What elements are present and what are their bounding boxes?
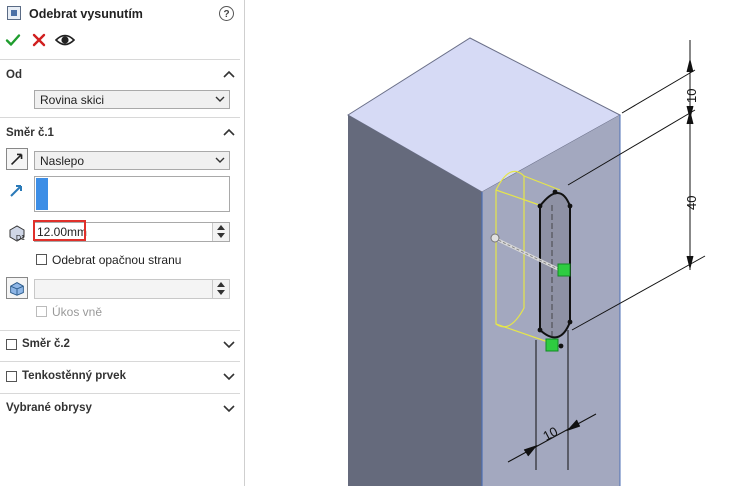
dimension-label-top[interactable]: 10 xyxy=(684,89,699,103)
property-manager-panel: Odebrat vysunutím ? Od Rovina skici Směr… xyxy=(0,0,245,486)
section-od-label: Od xyxy=(6,69,22,81)
draft-angle-input xyxy=(34,279,230,299)
reverse-side-label: Odebrat opačnou stranu xyxy=(52,253,182,267)
section-thin-feature-label: Tenkostěnný prvek xyxy=(22,370,126,382)
selection-indicator xyxy=(36,178,48,210)
check-icon[interactable] xyxy=(5,32,21,48)
section-od-header[interactable]: Od xyxy=(0,65,240,87)
chevron-down-icon xyxy=(215,96,225,102)
panel-header: Odebrat vysunutím ? xyxy=(0,0,244,28)
draft-angle-spinner xyxy=(212,280,229,298)
draft-outward-checkbox xyxy=(36,306,47,317)
panel-title: Odebrat vysunutím xyxy=(29,7,143,21)
chevron-up-icon[interactable] xyxy=(222,68,236,82)
section-direction2-header[interactable]: Směr č.2 xyxy=(0,334,240,356)
dimension-label-middle[interactable]: 40 xyxy=(684,196,699,210)
reverse-side-checkbox[interactable] xyxy=(36,254,47,265)
close-icon[interactable] xyxy=(32,33,46,47)
end-condition-value: Naslepo xyxy=(40,154,85,168)
draft-icon[interactable] xyxy=(6,277,28,299)
draft-outward-label: Úkos vně xyxy=(52,305,103,319)
chevron-down-icon[interactable] xyxy=(222,369,236,383)
eye-icon[interactable] xyxy=(55,32,75,48)
direction2-checkbox[interactable] xyxy=(6,339,17,350)
sketch-handle xyxy=(545,338,559,352)
chevron-down-icon[interactable] xyxy=(222,401,236,415)
section-direction1-header[interactable]: Směr č.1 xyxy=(0,123,240,145)
svg-text:D1: D1 xyxy=(16,235,25,242)
section-selected-contours-header[interactable]: Vybrané obrysy xyxy=(0,398,240,420)
od-combo-value: Rovina skici xyxy=(40,93,105,107)
od-combo[interactable]: Rovina skici xyxy=(34,90,230,109)
section-direction1-label: Směr č.1 xyxy=(6,127,54,139)
action-bar xyxy=(0,30,244,50)
thin-feature-checkbox[interactable] xyxy=(6,371,17,382)
depth-dimension-icon: D1 xyxy=(9,225,25,242)
model-view[interactable]: 10 40 10 xyxy=(245,0,750,486)
end-condition-combo[interactable]: Naslepo xyxy=(34,151,230,170)
graphics-area[interactable]: 10 40 10 xyxy=(245,0,750,486)
chevron-down-icon[interactable] xyxy=(222,337,236,351)
extruded-cut-icon xyxy=(7,6,21,20)
section-thin-feature-header[interactable]: Tenkostěnný prvek xyxy=(0,366,240,388)
direction-vector-icon xyxy=(10,185,22,197)
section-direction2-label: Směr č.2 xyxy=(22,338,70,350)
chevron-down-icon xyxy=(215,157,225,163)
section-selected-contours-label: Vybrané obrysy xyxy=(6,402,92,414)
chevron-up-icon[interactable] xyxy=(222,126,236,140)
help-icon[interactable]: ? xyxy=(219,6,234,21)
depth-spinner[interactable] xyxy=(212,223,229,241)
depth-highlight-box xyxy=(33,220,86,241)
reverse-direction-icon[interactable] xyxy=(6,148,28,170)
direction-selection-box[interactable] xyxy=(34,176,230,212)
extrude-handle xyxy=(557,263,571,277)
